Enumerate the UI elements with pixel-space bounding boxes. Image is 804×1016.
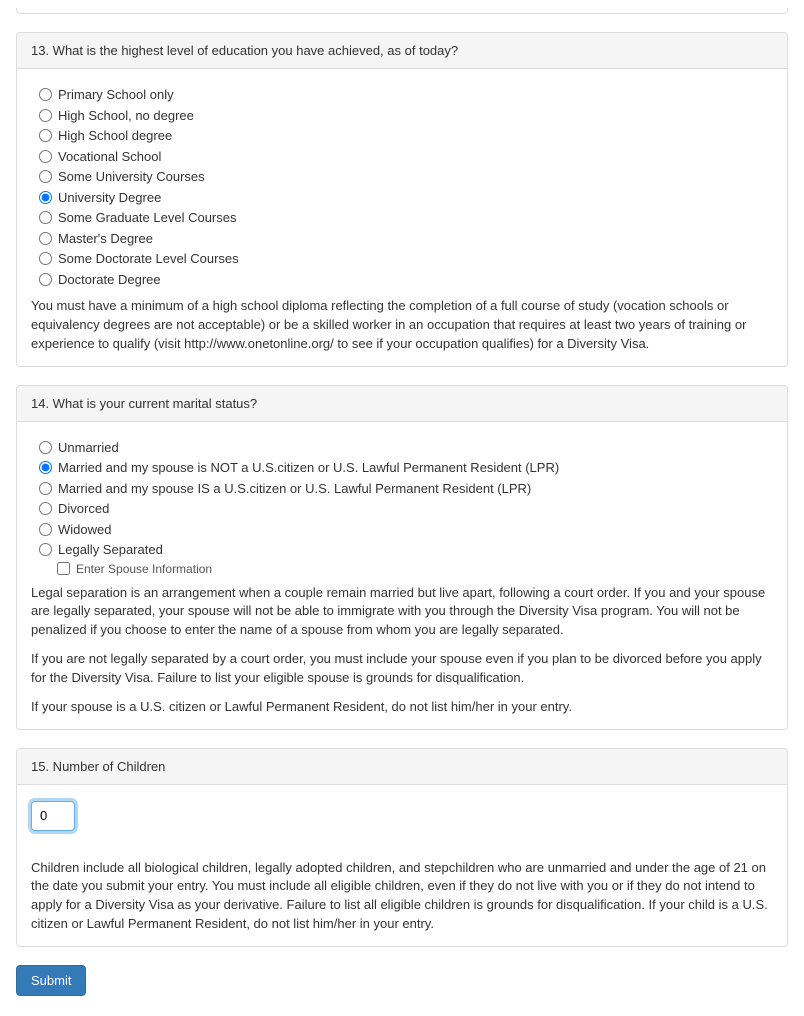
education-option-label: Some Graduate Level Courses	[58, 208, 236, 228]
question-14-title: 14. What is your current marital status?	[17, 386, 787, 422]
education-option-university-degree[interactable]: University Degree	[39, 188, 773, 208]
question-14-panel: 14. What is your current marital status?…	[16, 385, 788, 730]
question-13-body: Primary School only High School, no degr…	[17, 69, 787, 366]
question-15-title: 15. Number of Children	[17, 749, 787, 785]
marital-option-label: Widowed	[58, 520, 111, 540]
marital-help-text-3: If your spouse is a U.S. citizen or Lawf…	[31, 698, 773, 717]
marital-option-widowed[interactable]: Widowed	[39, 520, 773, 540]
education-option-highschool-degree[interactable]: High School degree	[39, 126, 773, 146]
education-option-label: Doctorate Degree	[58, 270, 161, 290]
marital-option-married-not-lpr[interactable]: Married and my spouse is NOT a U.S.citiz…	[39, 458, 773, 478]
marital-option-legally-separated[interactable]: Legally Separated	[39, 540, 773, 560]
spouse-info-checkbox[interactable]	[57, 562, 70, 575]
education-option-some-doctorate[interactable]: Some Doctorate Level Courses	[39, 249, 773, 269]
marital-option-label: Legally Separated	[58, 540, 163, 560]
education-option-doctorate[interactable]: Doctorate Degree	[39, 270, 773, 290]
education-radio-group: Primary School only High School, no degr…	[39, 85, 773, 289]
marital-option-married-lpr[interactable]: Married and my spouse IS a U.S.citizen o…	[39, 479, 773, 499]
education-option-label: Some Doctorate Level Courses	[58, 249, 239, 269]
marital-option-label: Married and my spouse is NOT a U.S.citiz…	[58, 458, 559, 478]
education-option-primary-school[interactable]: Primary School only	[39, 85, 773, 105]
education-option-label: Some University Courses	[58, 167, 205, 187]
education-option-label: Primary School only	[58, 85, 174, 105]
marital-radio[interactable]	[39, 461, 52, 474]
question-14-body: Unmarried Married and my spouse is NOT a…	[17, 422, 787, 729]
education-radio[interactable]	[39, 191, 52, 204]
question-15-body: Children include all biological children…	[17, 785, 787, 946]
education-radio[interactable]	[39, 129, 52, 142]
education-radio[interactable]	[39, 109, 52, 122]
education-option-some-university[interactable]: Some University Courses	[39, 167, 773, 187]
education-radio[interactable]	[39, 252, 52, 265]
spouse-info-checkbox-label: Enter Spouse Information	[76, 562, 212, 576]
marital-option-divorced[interactable]: Divorced	[39, 499, 773, 519]
question-15-panel: 15. Number of Children Children include …	[16, 748, 788, 947]
marital-radio[interactable]	[39, 543, 52, 556]
education-radio[interactable]	[39, 232, 52, 245]
marital-radio[interactable]	[39, 441, 52, 454]
marital-option-label: Divorced	[58, 499, 109, 519]
marital-radio[interactable]	[39, 523, 52, 536]
education-option-label: High School degree	[58, 126, 172, 146]
question-13-panel: 13. What is the highest level of educati…	[16, 32, 788, 367]
previous-panel-cutoff	[16, 8, 788, 14]
spouse-info-checkbox-row[interactable]: Enter Spouse Information	[57, 562, 773, 576]
education-option-label: High School, no degree	[58, 106, 194, 126]
marital-radio[interactable]	[39, 482, 52, 495]
education-option-label: University Degree	[58, 188, 161, 208]
children-help-text: Children include all biological children…	[31, 859, 773, 934]
education-radio[interactable]	[39, 150, 52, 163]
marital-option-label: Married and my spouse IS a U.S.citizen o…	[58, 479, 531, 499]
education-option-label: Vocational School	[58, 147, 161, 167]
education-option-vocational[interactable]: Vocational School	[39, 147, 773, 167]
marital-radio-group: Unmarried Married and my spouse is NOT a…	[39, 438, 773, 576]
education-option-masters[interactable]: Master's Degree	[39, 229, 773, 249]
submit-button[interactable]: Submit	[16, 965, 86, 996]
education-option-highschool-no-degree[interactable]: High School, no degree	[39, 106, 773, 126]
education-radio[interactable]	[39, 273, 52, 286]
marital-help-text-1: Legal separation is an arrangement when …	[31, 584, 773, 641]
education-help-text: You must have a minimum of a high school…	[31, 297, 773, 354]
marital-option-unmarried[interactable]: Unmarried	[39, 438, 773, 458]
marital-help-text-2: If you are not legally separated by a co…	[31, 650, 773, 688]
marital-radio[interactable]	[39, 502, 52, 515]
children-count-input[interactable]	[31, 801, 75, 831]
education-radio[interactable]	[39, 88, 52, 101]
question-13-title: 13. What is the highest level of educati…	[17, 33, 787, 69]
marital-option-label: Unmarried	[58, 438, 119, 458]
education-option-label: Master's Degree	[58, 229, 153, 249]
education-radio[interactable]	[39, 211, 52, 224]
education-radio[interactable]	[39, 170, 52, 183]
education-option-some-graduate[interactable]: Some Graduate Level Courses	[39, 208, 773, 228]
